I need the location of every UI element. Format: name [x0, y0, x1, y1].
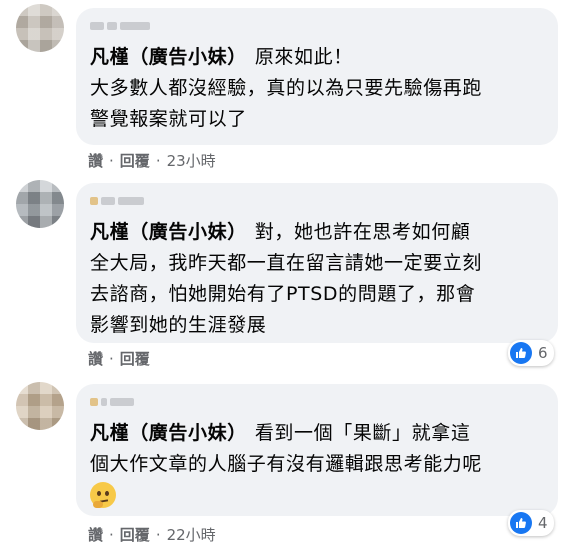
comment-line: 影響到她的生涯發展: [90, 314, 267, 336]
separator-dot: ·: [155, 151, 161, 170]
comment-line: 原來如此！: [254, 46, 353, 68]
emoji-row: [90, 480, 544, 510]
reaction-summary[interactable]: 4: [508, 510, 554, 536]
blurred-name: [90, 193, 544, 209]
reply-link[interactable]: 回覆: [120, 348, 150, 369]
separator-dot: ·: [109, 349, 114, 368]
like-link[interactable]: 讚: [88, 524, 103, 545]
comment-line: 全大局，我昨天都一直在留言請她一定要立刻: [90, 252, 483, 274]
separator-dot: ·: [155, 525, 161, 544]
reaction-count: 4: [538, 514, 548, 532]
comment-bubble: 凡槿（廣告小妹） 對，她也許在思考如何顧 全大局，我昨天都一直在留言請她一定要立刻…: [76, 183, 558, 343]
comment-actions: 讚 · 回覆 · 22小時: [88, 524, 216, 545]
separator-dot: ·: [109, 151, 114, 170]
like-link[interactable]: 讚: [88, 348, 103, 369]
comment-bubble: 凡槿（廣告小妹） 看到一個「果斷」就拿這 個大作文章的人腦子有沒有邏輯跟思考能力呢: [76, 384, 558, 516]
avatar[interactable]: [16, 4, 64, 52]
comment-actions: 讚 · 回覆 · 23小時: [88, 150, 216, 171]
comment-author[interactable]: 凡槿（廣告小妹）: [90, 422, 247, 444]
blurred-name: [90, 394, 544, 410]
blurred-name: [90, 18, 544, 34]
comment-actions: 讚 · 回覆: [88, 348, 150, 369]
separator-dot: ·: [109, 525, 114, 544]
comment-line: 警覺報案就可以了: [90, 108, 247, 130]
comment-line: 對，她也許在思考如何顧: [254, 221, 471, 243]
reply-link[interactable]: 回覆: [120, 524, 150, 545]
comment-text: 凡槿（廣告小妹） 對，她也許在思考如何顧 全大局，我昨天都一直在留言請她一定要立刻…: [90, 217, 544, 341]
like-link[interactable]: 讚: [88, 150, 103, 171]
timestamp[interactable]: 22小時: [167, 524, 216, 545]
comment-bubble: 凡槿（廣告小妹） 原來如此！ 大多數人都沒經驗，真的以為只要先驗傷再跑 警覺報案就…: [76, 8, 558, 145]
like-reaction-icon: [510, 342, 532, 364]
reaction-count: 6: [538, 344, 548, 362]
reply-link[interactable]: 回覆: [120, 150, 150, 171]
comment-author[interactable]: 凡槿（廣告小妹）: [90, 46, 247, 68]
avatar[interactable]: [16, 180, 64, 228]
comment-line: 去諮商，怕她開始有了PTSD的問題了，那會: [90, 283, 476, 305]
avatar[interactable]: [16, 382, 64, 430]
like-reaction-icon: [510, 512, 532, 534]
comment-author[interactable]: 凡槿（廣告小妹）: [90, 221, 247, 243]
reaction-summary[interactable]: 6: [508, 340, 554, 366]
comment-text: 凡槿（廣告小妹） 原來如此！ 大多數人都沒經驗，真的以為只要先驗傷再跑 警覺報案就…: [90, 42, 544, 135]
comment-text: 凡槿（廣告小妹） 看到一個「果斷」就拿這 個大作文章的人腦子有沒有邏輯跟思考能力呢: [90, 418, 544, 510]
comment-line: 看到一個「果斷」就拿這: [254, 422, 471, 444]
comment-line: 大多數人都沒經驗，真的以為只要先驗傷再跑: [90, 77, 483, 99]
thinking-face-icon: [90, 482, 116, 508]
comment-line: 個大作文章的人腦子有沒有邏輯跟思考能力呢: [90, 453, 483, 475]
timestamp[interactable]: 23小時: [167, 150, 216, 171]
